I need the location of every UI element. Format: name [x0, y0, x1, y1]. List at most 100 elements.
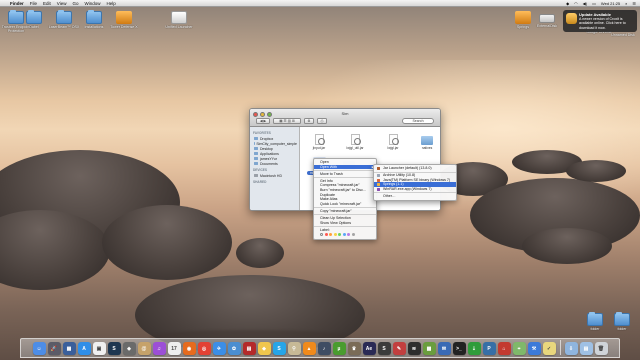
spotlight-search-icon[interactable]: ⌕	[625, 1, 627, 6]
maps-icon[interactable]: ⌖	[512, 342, 526, 355]
volume-icon[interactable]: ◀)	[583, 1, 587, 6]
desktop-icon[interactable]: Unified Launcher	[162, 11, 196, 29]
tag-none-icon[interactable]	[320, 233, 323, 237]
xcode-icon[interactable]: ⚒	[527, 342, 541, 355]
finder-icon[interactable]: ☺	[32, 342, 46, 355]
steam-icon[interactable]: S	[107, 342, 121, 355]
minecraft-icon[interactable]: ▩	[422, 342, 436, 355]
vlc-icon[interactable]: ▲	[302, 342, 316, 355]
file-item[interactable]: jinput.jar	[307, 134, 331, 150]
tag-yellow-icon[interactable]	[333, 233, 337, 237]
menu-window[interactable]: Window	[85, 1, 101, 6]
sidebar-item[interactable]: SimCity_computer_simple	[252, 141, 297, 146]
notes-icon[interactable]: ✓	[542, 342, 556, 355]
tag-gray-icon[interactable]	[351, 233, 355, 237]
desktop-icon[interactable]: ExternalDisk	[530, 11, 564, 28]
notification-app-icon	[566, 13, 577, 24]
file-label: lwjgl.jar	[387, 146, 399, 150]
wifi-icon[interactable]: ◠	[574, 1, 578, 6]
menu-item-open-with[interactable]: Open With▶	[314, 164, 376, 170]
window-titlebar[interactable]: Sim ◀ ▶ ▦ ☰ ▥ ⊞ ⚙ ⎙ Search	[250, 109, 440, 127]
terminal-icon[interactable]: >_	[452, 342, 466, 355]
view-mode-buttons[interactable]: ▦ ☰ ▥ ⊞	[273, 118, 301, 124]
downloads-stack-icon[interactable]: ⇩	[564, 342, 578, 355]
menu-go[interactable]: Go	[72, 1, 78, 6]
submenu-item-jar-launcher[interactable]: Jar Launcher (default) (13.8.0)	[374, 166, 456, 171]
pen-icon[interactable]: ✎	[392, 342, 406, 355]
documents-stack-icon[interactable]: ▤	[579, 342, 593, 355]
photo-booth-icon[interactable]: ▤	[242, 342, 256, 355]
search-input[interactable]: Search	[402, 118, 434, 124]
file-item[interactable]: lwjgl_util.jar	[343, 134, 367, 150]
tag-purple-icon[interactable]	[347, 233, 350, 237]
clock[interactable]: Wed 21:25	[601, 1, 620, 6]
app-menu-finder[interactable]: Finder	[10, 1, 24, 6]
folder-icon	[254, 137, 258, 140]
file-label: lwjgl_util.jar	[346, 146, 364, 150]
mission-control-icon[interactable]: ▦	[62, 342, 76, 355]
firefox-icon[interactable]: ◉	[182, 342, 196, 355]
sublime-icon[interactable]: S	[377, 342, 391, 355]
tag-red-icon[interactable]	[324, 233, 328, 237]
file-item[interactable]: lwjgl.jar	[381, 134, 405, 150]
spotify-icon[interactable]: ≋	[407, 342, 421, 355]
desktop-icon[interactable]: Installations	[77, 10, 111, 29]
menu-help[interactable]: Help	[107, 1, 116, 6]
notification-banner[interactable]: Update Available A newer version of Crox…	[563, 10, 637, 32]
desktop-icon[interactable]: LaserBeam™ OSX	[47, 10, 81, 29]
pdf-icon[interactable]: ⌂	[497, 342, 511, 355]
contacts-icon[interactable]: @	[137, 342, 151, 355]
tag-green-icon[interactable]	[338, 233, 341, 237]
sidebar-heading: FAVORITES	[253, 131, 271, 135]
skype-icon[interactable]: S	[272, 342, 286, 355]
menu-item-label: Open With	[320, 164, 337, 169]
desktop-icon-label: ExternalDisk	[536, 24, 558, 28]
sketch-icon[interactable]: ◆	[257, 342, 271, 355]
torrent-icon[interactable]: ⇣	[467, 342, 481, 355]
back-forward-button[interactable]: ◀ ▶	[256, 118, 270, 124]
submenu-item-winrar[interactable]: WinRAR.exe.app (Windows 7)	[374, 187, 456, 192]
aftereffects-icon[interactable]: Ae	[362, 342, 376, 355]
trophy-icon[interactable]: ♛	[347, 342, 361, 355]
menu-bar: Finder File Edit View Go Window Help ◆ ◠…	[0, 0, 640, 7]
share-button[interactable]: ⎙	[317, 118, 327, 124]
calendar-icon[interactable]: 17	[167, 342, 181, 355]
desktop-icon[interactable]: folder	[605, 312, 639, 331]
menu-edit[interactable]: Edit	[43, 1, 51, 6]
file-item[interactable]: natives	[415, 134, 439, 150]
menu-file[interactable]: File	[30, 1, 37, 6]
dropbox-status-icon[interactable]: ◆	[566, 1, 569, 6]
desktop-icon[interactable]: Dabel	[17, 10, 51, 29]
iphoto-icon[interactable]: ✿	[227, 342, 241, 355]
battery-icon[interactable]: ▭	[592, 1, 596, 6]
notification-center-icon[interactable]: ☰	[632, 1, 636, 6]
sidebar-item[interactable]: Macintosh HD	[252, 173, 297, 178]
springs-icon	[377, 183, 380, 187]
menu-item-copy[interactable]: Copy "minecraft.jar"	[314, 209, 376, 214]
menu-item-move-to-trash[interactable]: Move to Trash	[314, 172, 376, 177]
photos-icon[interactable]: ◈	[122, 342, 136, 355]
label-color-tags	[314, 232, 376, 238]
chrome-icon[interactable]: ◎	[197, 342, 211, 355]
thunderbird-icon[interactable]: ✉	[437, 342, 451, 355]
python-icon[interactable]: P	[482, 342, 496, 355]
utorrent-icon[interactable]: µ	[332, 342, 346, 355]
safari-icon[interactable]: ✈	[212, 342, 226, 355]
action-gear-button[interactable]: ⚙	[304, 118, 314, 124]
home-icon	[254, 157, 258, 160]
tag-orange-icon[interactable]	[329, 233, 332, 237]
preview-icon[interactable]: ▣	[92, 342, 106, 355]
itunes-icon[interactable]: ♫	[152, 342, 166, 355]
keychain-icon[interactable]: ⚲	[287, 342, 301, 355]
menu-item-show-view-options[interactable]: Show View Options	[314, 221, 376, 226]
submenu-item-other[interactable]: Other…	[374, 194, 456, 199]
menu-view[interactable]: View	[57, 1, 67, 6]
launchpad-icon[interactable]: 🚀	[47, 342, 61, 355]
desktop-icon[interactable]: Tower Defense X	[107, 11, 141, 29]
tag-blue-icon[interactable]	[342, 233, 346, 237]
teamspeak-icon[interactable]: ♪	[317, 342, 331, 355]
trash-icon[interactable]: 🗑	[594, 342, 608, 355]
menu-item-quick-look[interactable]: Quick Look "minecraft.jar"	[314, 202, 376, 207]
sidebar-item[interactable]: Documents	[252, 161, 297, 166]
app-store-icon[interactable]: A	[77, 342, 91, 355]
